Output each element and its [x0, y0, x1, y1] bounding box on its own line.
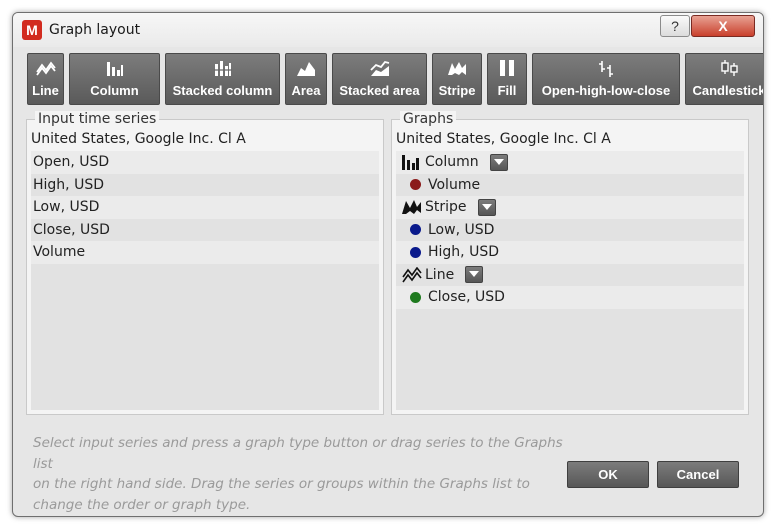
ohlc-icon [533, 60, 679, 78]
input-series-item[interactable]: Low, USD [31, 196, 379, 219]
help-button[interactable]: ? [660, 15, 690, 37]
input-series-item[interactable]: High, USD [31, 173, 379, 196]
input-series-group: Input time series United States, Google … [26, 111, 384, 415]
input-series-item[interactable]: Open, USD [31, 151, 379, 174]
graph-group-column[interactable]: Column [396, 151, 744, 174]
graphs-group: Graphs United States, Google Inc. Cl A C… [391, 111, 749, 415]
input-series-header: United States, Google Inc. Cl A [31, 131, 246, 147]
stripe-chart-icon [433, 60, 481, 78]
chevron-down-icon [469, 271, 480, 278]
graph-series-item[interactable]: Close, USD [396, 286, 744, 309]
stacked-column-button-label: Stacked column [172, 83, 273, 98]
graph-series-item[interactable]: Volume [396, 173, 744, 196]
stacked-column-icon [166, 60, 279, 78]
graphs-header: United States, Google Inc. Cl A [396, 131, 611, 147]
graph-group-line[interactable]: Line [396, 263, 744, 286]
chevron-down-icon [493, 158, 504, 165]
input-series-item[interactable]: Volume [31, 241, 379, 264]
chevron-down-icon [481, 203, 492, 210]
graph-type-label: Line [425, 266, 455, 283]
app-logo-icon: M [22, 20, 42, 40]
series-label: Close, USD [428, 289, 505, 306]
fill-chart-icon [488, 60, 526, 78]
series-label: Low, USD [428, 221, 495, 238]
stacked-column-button[interactable]: Stacked column [165, 53, 280, 105]
input-series-legend: Input time series [35, 111, 160, 127]
area-chart-icon [286, 60, 326, 78]
graph-type-toolbar: Line Column Stacked column Area Stacked … [25, 53, 763, 108]
series-color-dot [410, 246, 421, 258]
input-series-item[interactable]: Close, USD [31, 218, 379, 241]
graphs-list[interactable]: Column Volume Stripe Low, USD High, USD … [396, 151, 744, 410]
graph-type-dropdown[interactable] [465, 266, 484, 284]
graph-type-label: Column [425, 154, 479, 171]
column-button[interactable]: Column [69, 53, 160, 105]
ohlc-button[interactable]: Open-high-low-close [532, 53, 680, 105]
column-chart-icon [70, 60, 159, 78]
graph-layout-dialog: M Graph layout ? X Line Column Stacked c… [12, 12, 764, 517]
graph-type-label: Stripe [425, 199, 467, 216]
window-title: Graph layout [49, 22, 141, 38]
area-button[interactable]: Area [285, 53, 327, 105]
stripe-chart-icon [402, 199, 422, 215]
series-color-dot [410, 224, 421, 236]
close-button[interactable]: X [691, 15, 755, 37]
graph-series-item[interactable]: High, USD [396, 241, 744, 264]
line-chart-icon [402, 266, 422, 283]
hint-line: change the order or graph type. [33, 496, 251, 513]
series-color-dot [410, 179, 421, 191]
ok-button[interactable]: OK [567, 461, 649, 488]
graph-series-item[interactable]: Low, USD [396, 218, 744, 241]
graph-group-stripe[interactable]: Stripe [396, 196, 744, 219]
column-chart-icon [402, 154, 422, 171]
candlestick-button-label: Candlestick [692, 83, 764, 98]
line-chart-icon [28, 60, 63, 78]
input-series-list[interactable]: Open, USD High, USD Low, USD Close, USD … [31, 151, 379, 410]
series-label: Volume [428, 176, 481, 193]
cancel-button[interactable]: Cancel [657, 461, 739, 488]
candlestick-icon [686, 60, 763, 78]
stripe-button[interactable]: Stripe [432, 53, 482, 105]
graphs-legend: Graphs [400, 111, 457, 127]
help-hint-text: Select input series and press a graph ty… [33, 433, 573, 515]
column-button-label: Column [90, 83, 139, 98]
area-button-label: Area [291, 83, 321, 98]
stacked-area-button[interactable]: Stacked area [332, 53, 427, 105]
series-label: High, USD [428, 244, 499, 261]
line-button[interactable]: Line [27, 53, 64, 105]
ohlc-button-label: Open-high-low-close [541, 83, 671, 98]
fill-button[interactable]: Fill [487, 53, 527, 105]
stripe-button-label: Stripe [438, 83, 476, 98]
fill-button-label: Fill [497, 83, 517, 98]
graph-type-dropdown[interactable] [477, 198, 496, 216]
candlestick-button[interactable]: Candlestick [685, 53, 764, 105]
series-color-dot [410, 291, 421, 303]
stacked-area-icon [333, 60, 426, 78]
hint-line: on the right hand side. Drag the series … [33, 476, 530, 492]
stacked-area-button-label: Stacked area [339, 83, 420, 98]
graph-type-dropdown[interactable] [489, 153, 508, 171]
title-bar: M Graph layout ? X [13, 13, 763, 47]
line-button-label: Line [32, 83, 59, 98]
hint-line: Select input series and press a graph ty… [33, 435, 563, 472]
